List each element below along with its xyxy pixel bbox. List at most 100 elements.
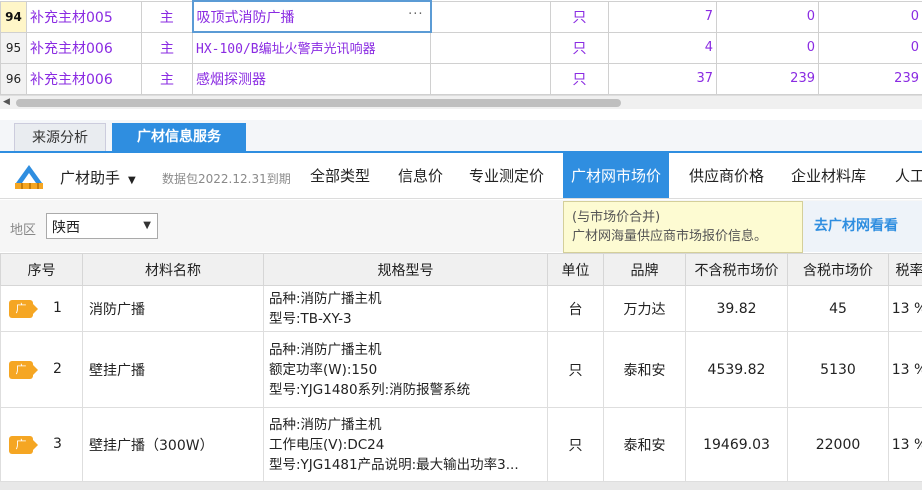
material-code[interactable]: 补充主材006 bbox=[26, 62, 142, 96]
scrollbar-thumb[interactable] bbox=[16, 99, 621, 107]
horizontal-scrollbar[interactable]: ◀ bbox=[0, 95, 922, 109]
spec-cell: 品种:消防广播主机 工作电压(V):DC24 型号:YJG1481产品说明:最大… bbox=[263, 407, 548, 482]
col-brand[interactable]: 品牌 bbox=[603, 253, 686, 286]
unit-cell[interactable]: 只 bbox=[550, 62, 609, 96]
brand-cell: 万力达 bbox=[603, 285, 686, 332]
guangcai-badge-icon[interactable]: 广 bbox=[9, 360, 38, 379]
value-cell[interactable]: 0 bbox=[716, 0, 819, 33]
qty-cell[interactable]: 7 bbox=[608, 0, 717, 33]
col-name[interactable]: 材料名称 bbox=[82, 253, 264, 286]
material-type[interactable]: 主 bbox=[141, 31, 193, 64]
guangcai-badge-icon[interactable]: 广 bbox=[9, 299, 38, 318]
material-code[interactable]: 补充主材005 bbox=[26, 0, 142, 33]
unit-cell[interactable]: 只 bbox=[550, 31, 609, 64]
menu-enterprise-library[interactable]: 企业材料库 bbox=[783, 153, 874, 198]
empty-cell[interactable] bbox=[430, 0, 551, 33]
empty-cell[interactable] bbox=[430, 31, 551, 64]
row-number: 94 bbox=[0, 0, 27, 33]
tab-info-service[interactable]: 广材信息服务 bbox=[112, 123, 246, 151]
guangcai-badge-icon[interactable]: 广 bbox=[9, 435, 38, 454]
menu-professional-price[interactable]: 专业测定价 bbox=[461, 153, 552, 198]
price-table: 序号 材料名称 规格型号 单位 品牌 不含税市场价 含税市场价 税率 广 1 消… bbox=[0, 253, 922, 482]
menu-info-price[interactable]: 信息价 bbox=[390, 153, 451, 198]
price-in-cell: 22000 bbox=[787, 407, 889, 482]
material-type[interactable]: 主 bbox=[141, 62, 193, 96]
guangcai-logo-icon bbox=[12, 161, 46, 191]
table-scrollbar[interactable] bbox=[0, 482, 922, 490]
tooltip-line: 广材网海量供应商市场报价信息。 bbox=[572, 229, 768, 244]
price-ex-cell: 39.82 bbox=[685, 285, 788, 332]
ellipsis-icon[interactable]: ··· bbox=[408, 7, 423, 22]
value-cell[interactable]: 0 bbox=[818, 0, 922, 33]
spec-line: 品种:消防广播主机 bbox=[269, 416, 382, 433]
chevron-down-icon: ▼ bbox=[143, 220, 151, 231]
chevron-down-icon: ▼ bbox=[128, 175, 136, 186]
brand-cell: 泰和安 bbox=[603, 331, 686, 408]
unit-cell[interactable]: 只 bbox=[550, 0, 609, 33]
seq-cell: 广 3 bbox=[0, 407, 83, 482]
qty-cell[interactable]: 37 bbox=[608, 62, 717, 96]
brand-cell: 泰和安 bbox=[603, 407, 686, 482]
menu-all-types[interactable]: 全部类型 bbox=[302, 153, 378, 198]
row-number: 96 bbox=[0, 62, 27, 96]
price-ex-cell: 4539.82 bbox=[685, 331, 788, 408]
value-cell[interactable]: 0 bbox=[716, 31, 819, 64]
spec-line: 品种:消防广播主机 bbox=[269, 290, 382, 307]
col-spec[interactable]: 规格型号 bbox=[263, 253, 548, 286]
package-expiry: 数据包2022.12.31到期 bbox=[162, 172, 291, 186]
seq-number: 2 bbox=[53, 360, 62, 377]
menu-supplier-price[interactable]: 供应商价格 bbox=[681, 153, 772, 198]
scroll-left-icon[interactable]: ◀ bbox=[3, 97, 10, 107]
material-type[interactable]: 主 bbox=[141, 0, 193, 33]
seq-number: 1 bbox=[53, 299, 62, 316]
region-value: 陕西 bbox=[52, 220, 80, 236]
material-name[interactable]: 感烟探测器 bbox=[192, 62, 431, 96]
market-price-tooltip: (与市场价合并) 广材网海量供应商市场报价信息。 bbox=[563, 201, 803, 253]
empty-cell[interactable] bbox=[430, 62, 551, 96]
material-name-cell[interactable]: 吸顶式消防广播 ··· bbox=[191, 0, 432, 34]
spec-cell: 品种:消防广播主机 型号:TB-XY-3 bbox=[263, 285, 548, 332]
col-tax-rate[interactable]: 税率 bbox=[888, 253, 922, 286]
col-seq[interactable]: 序号 bbox=[0, 253, 83, 286]
seq-cell: 广 1 bbox=[0, 285, 83, 332]
material-name[interactable]: HX-100/B编址火警声光讯响器 bbox=[192, 31, 431, 64]
material-name: 壁挂广播（300W） bbox=[82, 407, 264, 482]
grid-row[interactable]: 95 补充主材006 主 HX-100/B编址火警声光讯响器 只 4 0 0 bbox=[0, 31, 922, 64]
material-code[interactable]: 补充主材006 bbox=[26, 31, 142, 64]
info-toolbar: 广材助手 ▼ 数据包2022.12.31到期 全部类型 信息价 专业测定价 广材网… bbox=[0, 153, 922, 199]
col-price-in-tax[interactable]: 含税市场价 bbox=[787, 253, 889, 286]
seq-number: 3 bbox=[53, 435, 62, 452]
qty-cell[interactable]: 4 bbox=[608, 31, 717, 64]
value-cell[interactable]: 239 bbox=[818, 62, 922, 96]
seq-cell: 广 2 bbox=[0, 331, 83, 408]
menu-labor[interactable]: 人工 bbox=[887, 153, 922, 198]
table-row[interactable]: 广 2 壁挂广播 品种:消防广播主机 额定功率(W):150 型号:YJG148… bbox=[0, 331, 922, 408]
grid-row[interactable]: 94 补充主材005 主 吸顶式消防广播 ··· 只 7 0 0 bbox=[0, 0, 922, 34]
table-header: 序号 材料名称 规格型号 单位 品牌 不含税市场价 含税市场价 税率 bbox=[0, 253, 922, 286]
row-number: 95 bbox=[0, 31, 27, 64]
helper-dropdown[interactable]: 广材助手 ▼ bbox=[60, 167, 136, 188]
material-name: 消防广播 bbox=[82, 285, 264, 332]
tab-source-analysis[interactable]: 来源分析 bbox=[14, 123, 106, 151]
col-unit[interactable]: 单位 bbox=[547, 253, 604, 286]
menu-market-price[interactable]: 广材网市场价 bbox=[563, 153, 670, 198]
value-cell[interactable]: 0 bbox=[818, 31, 922, 64]
unit-cell: 台 bbox=[547, 285, 604, 332]
go-guangcai-button[interactable]: 去广材网看看 bbox=[814, 215, 898, 235]
spec-line: 品种:消防广播主机 bbox=[269, 341, 382, 358]
spec-line: 额定功率(W):150 bbox=[269, 361, 378, 378]
region-select[interactable]: 陕西 ▼ bbox=[46, 213, 158, 239]
material-name[interactable]: 吸顶式消防广播 bbox=[197, 10, 295, 26]
table-row[interactable]: 广 3 壁挂广播（300W） 品种:消防广播主机 工作电压(V):DC24 型号… bbox=[0, 407, 922, 482]
unit-cell: 只 bbox=[547, 331, 604, 408]
panel-tabs: 来源分析 广材信息服务 bbox=[0, 120, 922, 153]
spec-line: 型号:TB-XY-3 bbox=[269, 310, 352, 327]
spec-line: 工作电压(V):DC24 bbox=[269, 436, 385, 453]
unit-cell: 只 bbox=[547, 407, 604, 482]
table-row[interactable]: 广 1 消防广播 品种:消防广播主机 型号:TB-XY-3 台 万力达 39.8… bbox=[0, 285, 922, 332]
value-cell[interactable]: 239 bbox=[716, 62, 819, 96]
grid-row[interactable]: 96 补充主材006 主 感烟探测器 只 37 239 239 bbox=[0, 62, 922, 96]
spec-line: 型号:YJG1481产品说明:最大输出功率3... bbox=[269, 456, 519, 473]
material-grid: 94 补充主材005 主 吸顶式消防广播 ··· 只 7 0 0 95 补充主材0… bbox=[0, 0, 922, 96]
col-price-ex-tax[interactable]: 不含税市场价 bbox=[685, 253, 788, 286]
